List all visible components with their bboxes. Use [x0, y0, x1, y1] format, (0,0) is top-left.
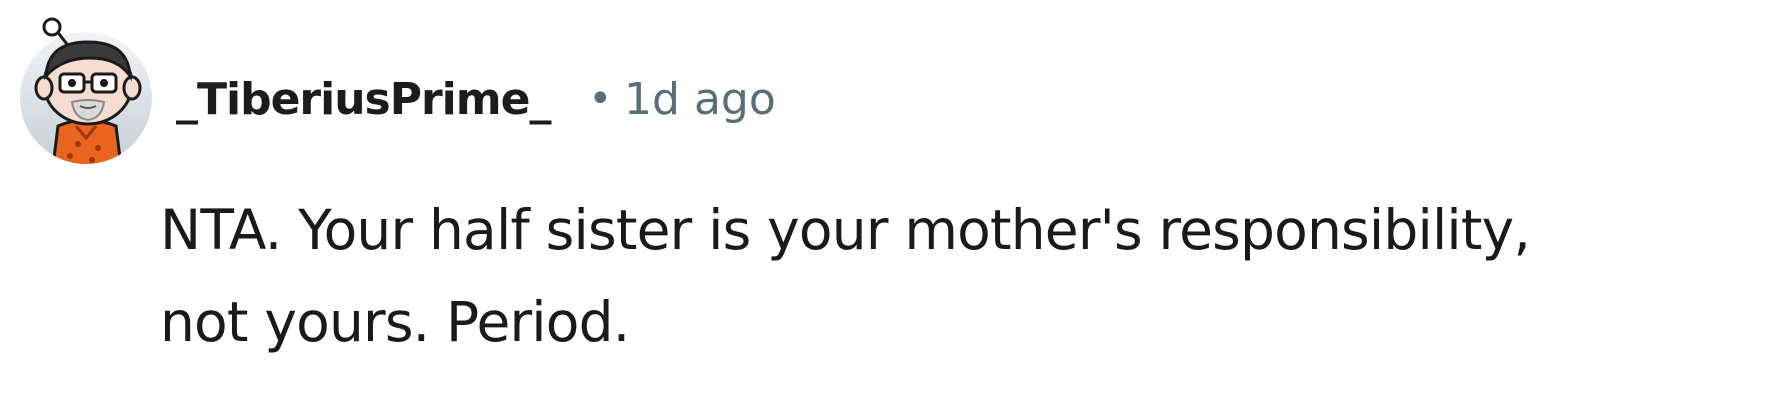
separator-dot: • [588, 76, 613, 122]
comment-body-line: NTA. Your half sister is your mother's r… [160, 198, 1531, 262]
username-link[interactable]: _TiberiusPrime_ [176, 74, 551, 125]
comment-body-line: not yours. Period. [160, 290, 630, 354]
comment-meta: _TiberiusPrime_ • 1d ago [176, 66, 776, 132]
comment-timestamp[interactable]: 1d ago [624, 74, 776, 125]
user-avatar-icon [20, 17, 152, 164]
comment-body: NTA. Your half sister is your mother's r… [160, 184, 1760, 368]
comment: _TiberiusPrime_ • 1d ago NTA. Your half … [0, 0, 1767, 418]
avatar[interactable] [18, 14, 158, 164]
